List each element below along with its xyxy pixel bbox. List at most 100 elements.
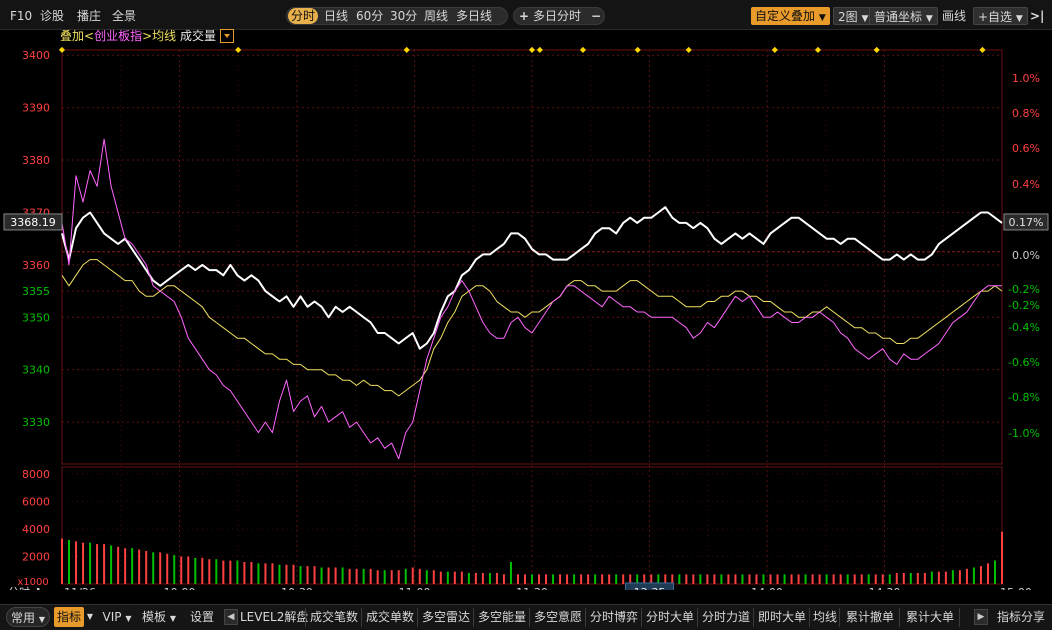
chevron-down-icon: ▼ xyxy=(38,615,45,624)
indicator-tab[interactable]: 分时博弈 xyxy=(586,607,642,627)
chart-legend: 叠加<创业板指>均线 成交量 xyxy=(60,28,234,44)
event-marker-icon: ◆ xyxy=(537,45,544,54)
scroll-left-icon[interactable]: ◀ xyxy=(224,609,238,625)
f10-button[interactable]: F10 xyxy=(10,7,32,25)
minus-icon[interactable]: − xyxy=(588,8,604,24)
tab-indicator-share[interactable]: 指标分享 xyxy=(994,607,1048,627)
overview-button[interactable]: 全景 xyxy=(112,7,136,25)
indicator-tab[interactable]: 累计撤单 xyxy=(840,607,900,627)
event-marker-icon: ◆ xyxy=(635,45,642,54)
volume-tick-label: 2000 xyxy=(22,550,50,563)
overlay-index-name: 创业板指 xyxy=(94,29,143,43)
indicator-tab[interactable]: 分时力道 xyxy=(698,607,754,627)
event-marker-icon: ◆ xyxy=(529,45,536,54)
indicator-tab[interactable]: 多空雷达 xyxy=(418,607,474,627)
indicator-tab[interactable]: 即时大单 xyxy=(754,607,810,627)
dealer-button[interactable]: 播庄 xyxy=(77,7,101,25)
y-right-tick-label: -0.6% xyxy=(1008,356,1040,369)
tab-vip-label: VIP xyxy=(102,610,122,624)
event-marker-icon: ◆ xyxy=(979,45,986,54)
chart-count-label: 2图 xyxy=(838,10,858,24)
chart-count-select[interactable]: 2图 ▼ xyxy=(833,7,874,25)
y-right-tick-label: 0.0% xyxy=(1012,249,1040,262)
indicator-tab[interactable]: 分时大单 xyxy=(642,607,698,627)
volume-tick-label: 6000 xyxy=(22,495,50,508)
tab-multiday-line[interactable]: 多日线 xyxy=(453,8,495,24)
indicator-tab[interactable]: 成交笔数 xyxy=(306,607,362,627)
y-tick-label: 3330 xyxy=(22,416,50,429)
chevron-down-icon: ▼ xyxy=(925,14,933,24)
tab-common-label: 常用 xyxy=(11,611,36,625)
period-tabs: 分时 日线 60分 30分 周线 多日线 xyxy=(286,7,508,25)
avg-line-label: 均线 xyxy=(152,29,177,43)
bottom-tab-bar: 常用 ▼ 指标 ▼ VIP ▼ 模板 ▼ 设置 ◀ LEVEL2解盘 成交笔数 成交… xyxy=(0,604,1052,630)
y-right-tick-label: 0.6% xyxy=(1012,142,1040,155)
event-marker-icon: ◆ xyxy=(235,45,242,54)
chevron-down-icon: ▼ xyxy=(169,614,176,623)
watchlist-button[interactable]: +自选 ▼ xyxy=(973,7,1028,25)
y-tick-label: 3360 xyxy=(22,259,50,272)
chevron-down-icon[interactable]: ▼ xyxy=(85,607,95,627)
overlay-label[interactable]: 叠加< xyxy=(60,29,94,43)
y-right-tick-label: 0.8% xyxy=(1012,107,1040,120)
tab-weekly[interactable]: 周线 xyxy=(421,8,451,24)
y-right-tick-label: -0.2% xyxy=(1008,299,1040,312)
tab-intraday[interactable]: 分时 xyxy=(288,8,319,24)
coordinate-select[interactable]: 普通坐标 ▼ xyxy=(869,7,938,25)
event-marker-icon: ◆ xyxy=(686,45,693,54)
x-tick-label: 11/26 xyxy=(64,586,96,590)
current-price-label: 3368.19 xyxy=(10,216,56,229)
current-pct-label: 0.17% xyxy=(1009,216,1044,229)
tab-template[interactable]: 模板 ▼ xyxy=(137,607,181,627)
tab-common[interactable]: 常用 ▼ xyxy=(6,607,50,627)
draw-line-button[interactable]: 画线 xyxy=(942,7,966,25)
collapse-icon[interactable]: >| xyxy=(1030,7,1044,25)
top-toolbar: F10 诊股 播庄 全景 分时 日线 60分 30分 周线 多日线 + 多日分时… xyxy=(0,0,1052,30)
y-tick-label: 3400 xyxy=(22,49,50,62)
tab-60min[interactable]: 60分 xyxy=(353,8,386,24)
chevron-down-icon: ▼ xyxy=(818,13,826,23)
y-right-tick-label: -0.4% xyxy=(1008,321,1040,334)
tab-daily[interactable]: 日线 xyxy=(321,8,351,24)
tab-indicator[interactable]: 指标 xyxy=(54,607,84,627)
event-marker-icon: ◆ xyxy=(874,45,881,54)
x-tick-label: 11:30 xyxy=(516,586,548,590)
coordinate-label: 普通坐标 xyxy=(874,10,923,24)
x-tick-label: 11:00 xyxy=(399,586,431,590)
watchlist-label: +自选 xyxy=(978,10,1013,24)
tab-settings[interactable]: 设置 xyxy=(188,607,216,627)
y-tick-label: 3380 xyxy=(22,154,50,167)
y-tick-label: 3350 xyxy=(22,311,50,324)
y-right-tick-label: -0.2% xyxy=(1008,283,1040,296)
diagnose-button[interactable]: 诊股 xyxy=(40,7,64,25)
indicator-tab[interactable]: 多空能量 xyxy=(474,607,530,627)
x-tick-label: 14:00 xyxy=(751,586,783,590)
custom-overlay-label: 自定义叠加 xyxy=(755,9,816,23)
chevron-down-icon: ▼ xyxy=(861,14,869,24)
intraday-chart[interactable]: 3400 3390 3380 3370 3360 3355 3350 3340 3330 1.0%… xyxy=(0,44,1052,600)
chevron-down-icon: ▼ xyxy=(125,614,132,623)
indicator-tab[interactable]: LEVEL2解盘 xyxy=(240,607,308,627)
volume-tick-label: 4000 xyxy=(22,523,50,536)
x-tick-label: 14:30 xyxy=(869,586,901,590)
tab-vip[interactable]: VIP ▼ xyxy=(100,607,134,627)
multiday-intraday-control: + 多日分时 − xyxy=(513,7,605,25)
y-tick-label: 3390 xyxy=(22,102,50,115)
legend-dropdown-icon[interactable] xyxy=(219,28,234,43)
x-tick-label: 10:30 xyxy=(281,586,313,590)
event-marker-icon: ◆ xyxy=(772,45,779,54)
custom-overlay-button[interactable]: 自定义叠加 ▼ xyxy=(751,7,830,25)
indicator-tab[interactable]: 成交单数 xyxy=(362,607,418,627)
y-right-tick-label: -0.8% xyxy=(1008,391,1040,404)
indicator-tab[interactable]: 多空意愿 xyxy=(530,607,586,627)
event-marker-icon: ◆ xyxy=(59,45,66,54)
chart-canvas[interactable]: 3400339033803370336033553350334033301.0%… xyxy=(0,44,1052,600)
scroll-right-icon[interactable]: ▶ xyxy=(974,609,988,625)
indicator-tab[interactable]: 累计大单 xyxy=(900,607,960,627)
indicator-tab[interactable]: 均线 xyxy=(810,607,840,627)
event-marker-icon: ◆ xyxy=(815,45,822,54)
tab-template-label: 模板 xyxy=(142,610,167,624)
tab-30min[interactable]: 30分 xyxy=(387,8,420,24)
multiday-intraday-label: 多日分时 xyxy=(533,9,582,23)
y-tick-label: 3355 xyxy=(22,285,50,298)
